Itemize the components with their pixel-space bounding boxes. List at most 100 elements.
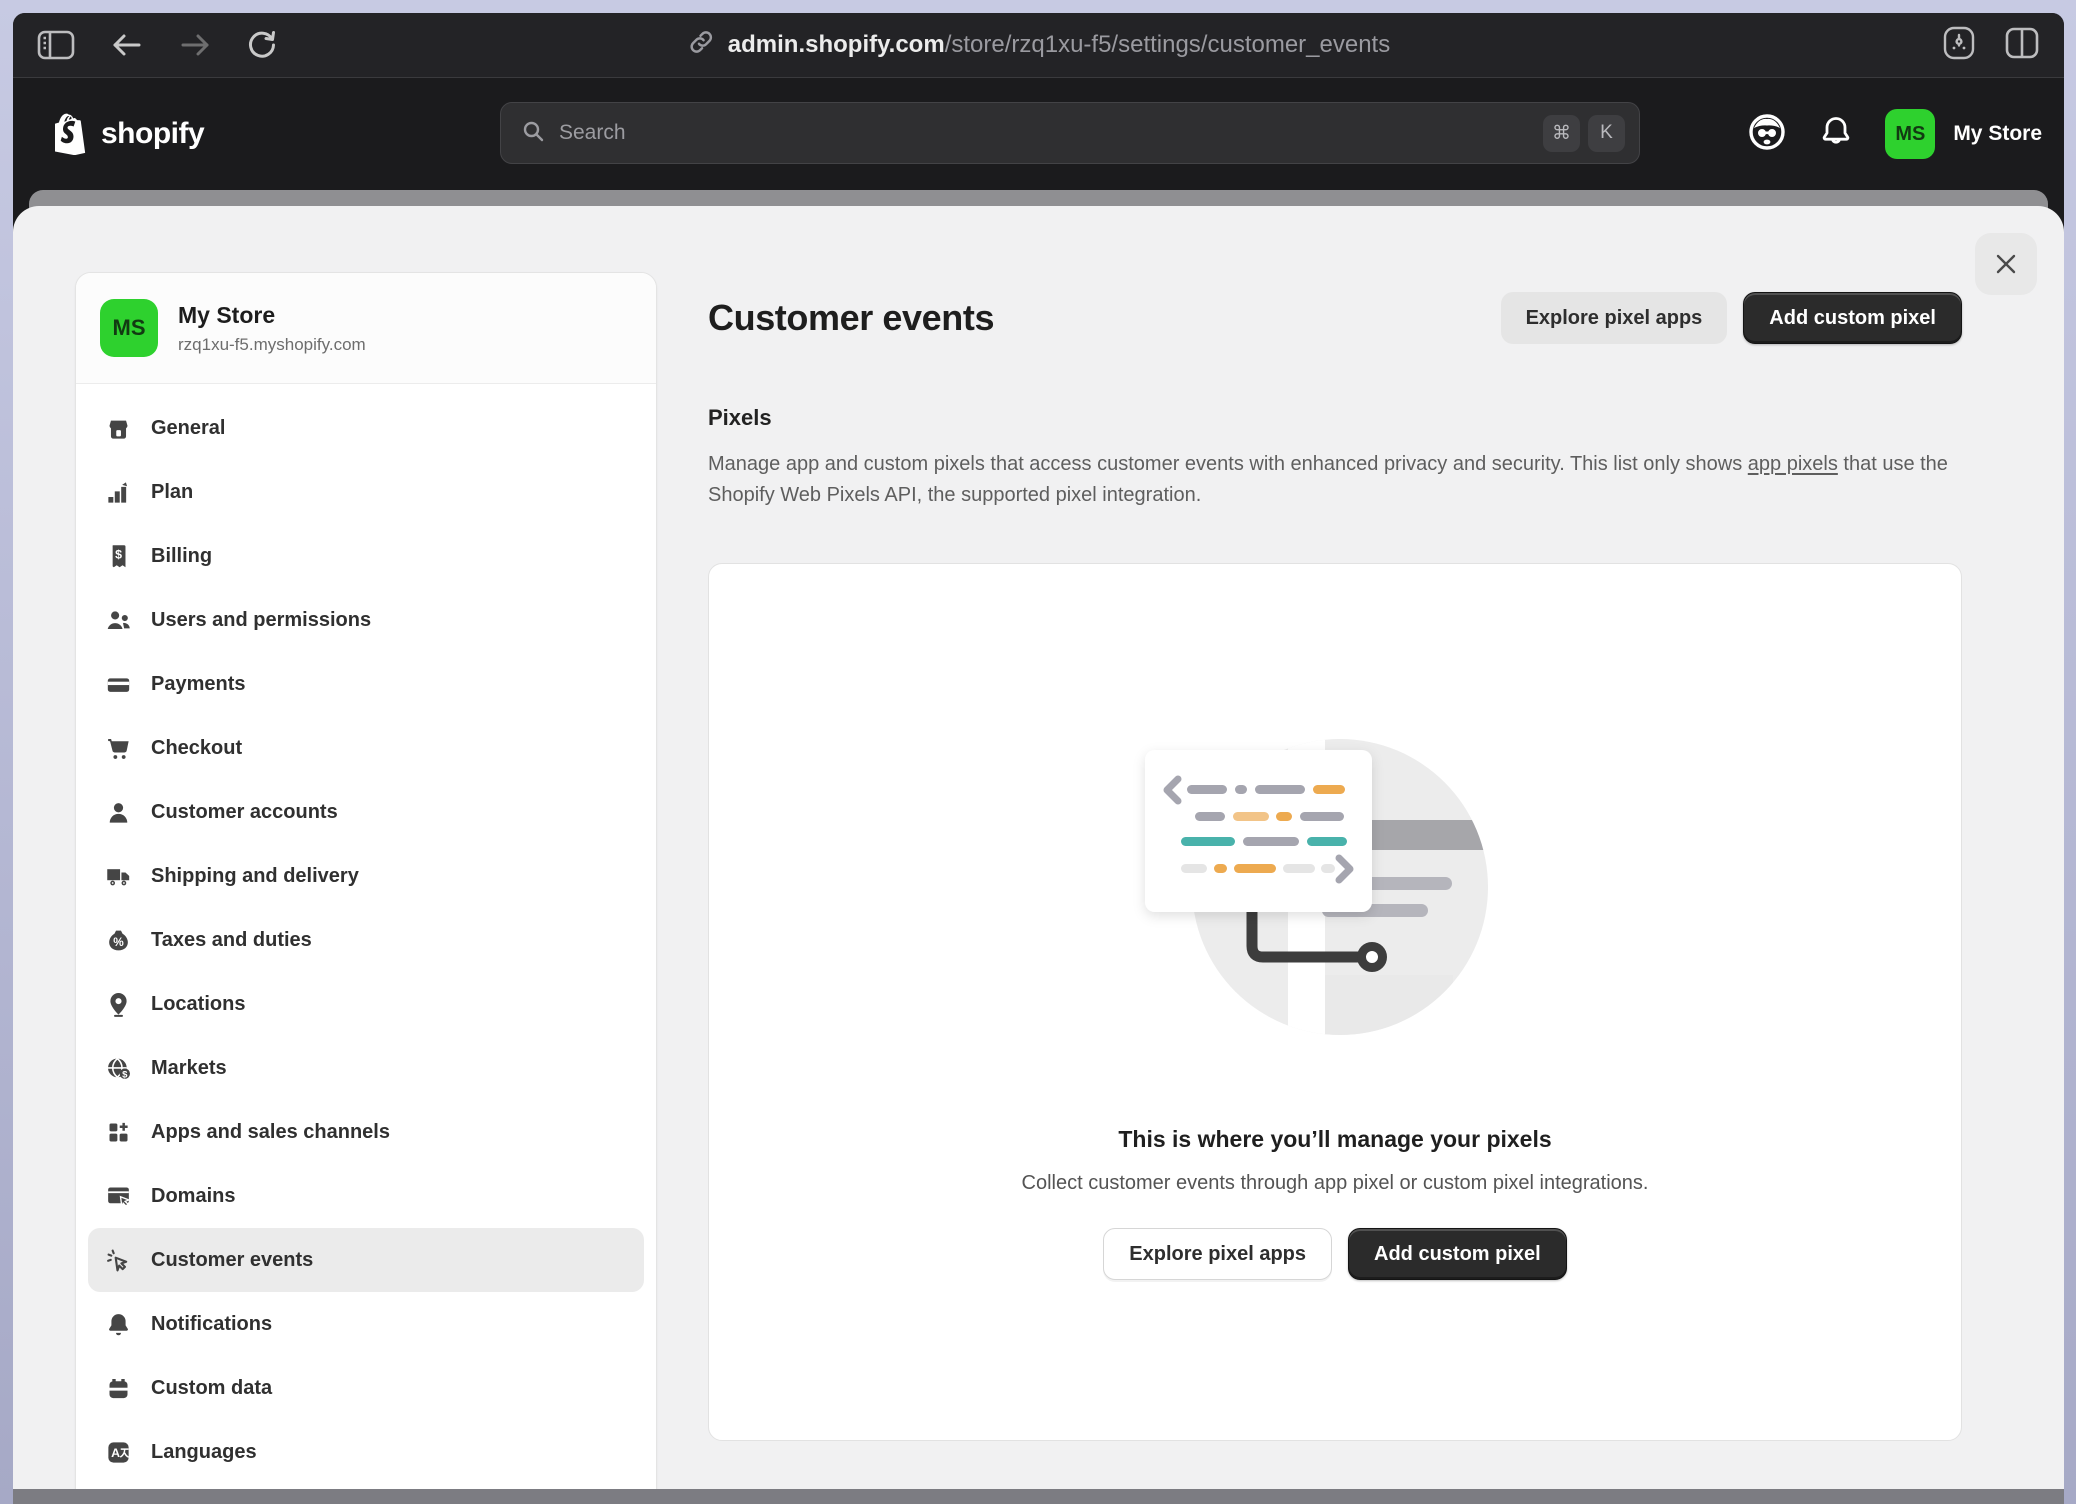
- forward-icon[interactable]: [179, 31, 211, 59]
- payments-icon: [105, 671, 132, 698]
- app-header: shopify Search ⌘ K: [13, 78, 2064, 190]
- sidebar-toggle-icon[interactable]: [37, 30, 75, 60]
- search-placeholder: Search: [559, 121, 1529, 145]
- sidebar-item-billing[interactable]: $ Billing: [88, 524, 644, 588]
- browser-chrome: admin.shopify.com/store/rzq1xu-f5/settin…: [13, 13, 2064, 78]
- taxes-icon: %: [105, 927, 132, 954]
- close-icon: [1994, 252, 2018, 276]
- sidebar-item-label: Notifications: [151, 1313, 272, 1336]
- svg-text:$: $: [122, 1069, 128, 1080]
- sidebar-item-general[interactable]: General: [88, 396, 644, 460]
- back-icon[interactable]: [111, 31, 143, 59]
- cmd-keycap: ⌘: [1543, 115, 1580, 152]
- shopify-logo: shopify: [55, 113, 204, 155]
- sidebar-item-label: Markets: [151, 1057, 227, 1080]
- empty-add-custom-pixel-button[interactable]: Add custom pixel: [1348, 1228, 1567, 1280]
- sidebar-item-label: Billing: [151, 545, 212, 568]
- sidebar-store-avatar: MS: [100, 299, 158, 357]
- customer-accounts-icon: [105, 799, 132, 826]
- url-path: /store/rzq1xu-f5/settings/customer_event…: [945, 31, 1391, 58]
- explore-pixel-apps-button[interactable]: Explore pixel apps: [1501, 292, 1728, 344]
- settings-page: MS My Store rzq1xu-f5.myshopify.com Gene…: [13, 190, 2064, 1489]
- sidebar-item-custom-data[interactable]: Custom data: [88, 1356, 644, 1420]
- sidebar-item-label: Custom data: [151, 1377, 272, 1400]
- sidebar-item-shipping-and-delivery[interactable]: Shipping and delivery: [88, 844, 644, 908]
- users-icon: [105, 607, 132, 634]
- reload-icon[interactable]: [247, 29, 277, 61]
- bell-icon[interactable]: [1819, 114, 1853, 155]
- sidebar-item-label: Apps and sales channels: [151, 1121, 390, 1144]
- sidebar-menu: General Plan $ Billing Users and permissions…: [76, 384, 656, 1489]
- address-bar[interactable]: admin.shopify.com/store/rzq1xu-f5/settin…: [687, 28, 1390, 63]
- sidebar-item-checkout[interactable]: Checkout: [88, 716, 644, 780]
- store-name-label[interactable]: My Store: [1953, 122, 2042, 146]
- svg-text:$: $: [115, 547, 122, 561]
- page-settings-icon[interactable]: [1942, 25, 1976, 66]
- pixels-empty-state-card: This is where you’ll manage your pixels …: [708, 563, 1962, 1441]
- search-input[interactable]: Search ⌘ K: [500, 102, 1640, 164]
- app-pixels-link[interactable]: app pixels: [1748, 453, 1838, 475]
- sidebar-item-label: General: [151, 417, 225, 440]
- link-icon: [687, 28, 715, 63]
- notifications-icon: [105, 1311, 132, 1338]
- sidebar-item-customer-events[interactable]: Customer events: [88, 1228, 644, 1292]
- customer-events-icon: [105, 1247, 132, 1274]
- checkout-icon: [105, 735, 132, 762]
- empty-state-subtext: Collect customer events through app pixe…: [1022, 1172, 1649, 1195]
- sidebar-item-domains[interactable]: Domains: [88, 1164, 644, 1228]
- search-shortcut: ⌘ K: [1543, 115, 1625, 152]
- add-custom-pixel-button[interactable]: Add custom pixel: [1743, 292, 1962, 344]
- locations-icon: [105, 991, 132, 1018]
- sidebar-item-apps-and-sales-channels[interactable]: Apps and sales channels: [88, 1100, 644, 1164]
- assistant-icon[interactable]: [1747, 112, 1787, 157]
- sidebar-item-label: Customer events: [151, 1249, 313, 1272]
- sidebar-item-label: Plan: [151, 481, 193, 504]
- empty-explore-pixel-apps-button[interactable]: Explore pixel apps: [1103, 1228, 1332, 1280]
- sidebar-item-users-and-permissions[interactable]: Users and permissions: [88, 588, 644, 652]
- store-icon: [105, 415, 132, 442]
- sidebar-item-label: Shipping and delivery: [151, 865, 359, 888]
- domains-icon: [105, 1183, 132, 1210]
- sidebar-item-label: Checkout: [151, 737, 242, 760]
- store-avatar[interactable]: MS: [1885, 109, 1935, 159]
- shopify-wordmark: shopify: [101, 117, 204, 151]
- sidebar-item-label: Customer accounts: [151, 801, 338, 824]
- empty-state-heading: This is where you’ll manage your pixels: [1118, 1126, 1551, 1153]
- pixels-description: Manage app and custom pixels that access…: [708, 449, 1948, 511]
- plan-icon: [105, 479, 132, 506]
- languages-icon: A: [105, 1439, 132, 1466]
- sidebar-item-label: Languages: [151, 1441, 257, 1464]
- pixels-illustration: [1115, 732, 1555, 1042]
- shipping-icon: [105, 863, 132, 890]
- custom-data-icon: [105, 1375, 132, 1402]
- sidebar-store-name: My Store: [178, 302, 366, 329]
- split-view-icon[interactable]: [2004, 26, 2040, 65]
- page-title: Customer events: [708, 297, 994, 339]
- sidebar-item-plan[interactable]: Plan: [88, 460, 644, 524]
- sidebar-item-markets[interactable]: $ Markets: [88, 1036, 644, 1100]
- sidebar-item-locations[interactable]: Locations: [88, 972, 644, 1036]
- sidebar-item-languages[interactable]: A Languages: [88, 1420, 644, 1484]
- sidebar-item-label: Taxes and duties: [151, 929, 312, 952]
- sidebar-item-taxes-and-duties[interactable]: % Taxes and duties: [88, 908, 644, 972]
- billing-icon: $: [105, 543, 132, 570]
- markets-icon: $: [105, 1055, 132, 1082]
- sidebar-item-payments[interactable]: Payments: [88, 652, 644, 716]
- svg-text:A: A: [111, 1446, 120, 1460]
- apps-icon: [105, 1119, 132, 1146]
- search-icon: [521, 119, 545, 148]
- sidebar-item-customer-accounts[interactable]: Customer accounts: [88, 780, 644, 844]
- sidebar-item-label: Locations: [151, 993, 245, 1016]
- sidebar-store-header: MS My Store rzq1xu-f5.myshopify.com: [76, 273, 656, 384]
- sidebar-item-label: Users and permissions: [151, 609, 371, 632]
- sidebar-item-notifications[interactable]: Notifications: [88, 1292, 644, 1356]
- svg-text:%: %: [113, 934, 124, 948]
- shopify-bag-icon: [55, 113, 93, 155]
- main-content: Customer events Explore pixel apps Add c…: [708, 292, 1962, 1441]
- url-domain: admin.shopify.com: [728, 31, 945, 58]
- settings-modal: MS My Store rzq1xu-f5.myshopify.com Gene…: [13, 206, 2064, 1489]
- pixels-section-heading: Pixels: [708, 405, 1962, 431]
- close-button[interactable]: [1975, 233, 2037, 295]
- settings-sidebar: MS My Store rzq1xu-f5.myshopify.com Gene…: [75, 272, 657, 1489]
- sidebar-store-domain: rzq1xu-f5.myshopify.com: [178, 335, 366, 355]
